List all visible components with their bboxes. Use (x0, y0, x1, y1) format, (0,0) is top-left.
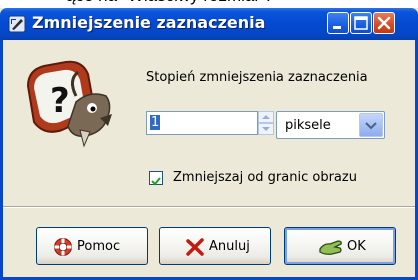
shrink-amount-input[interactable]: 1 (146, 111, 258, 135)
shrink-amount-label: Stopień zmniejszenia zaznaczenia (146, 70, 368, 85)
dialog-window: Zmniejszenie zaznaczenia ? Stopień zmnie… (0, 8, 418, 280)
ok-button[interactable]: OK (284, 227, 396, 265)
window-border-left (0, 40, 3, 280)
unit-select[interactable]: piksele (276, 111, 385, 139)
confirm-hand-icon (318, 237, 344, 257)
gimp-help-icon: ? (20, 56, 116, 152)
window-title: Zmniejszenie zaznaczenia (32, 13, 266, 32)
cancel-x-icon (185, 237, 205, 257)
unit-select-value: piksele (285, 118, 331, 133)
button-separator (3, 206, 415, 208)
shrink-amount-spinner (258, 111, 274, 135)
svg-text:?: ? (50, 81, 70, 121)
chevron-down-icon (365, 122, 377, 130)
checkmark-icon (151, 177, 161, 186)
shrink-selection-icon (8, 15, 26, 33)
background-caption-text: ące na "Właściwy rozmiar". (0, 0, 418, 8)
title-bar[interactable]: Zmniejszenie zaznaczenia (0, 8, 418, 40)
minimize-icon (333, 26, 341, 29)
close-icon (377, 16, 391, 30)
shrink-from-border-checkbox[interactable] (149, 171, 163, 186)
spin-up-icon[interactable] (258, 111, 274, 123)
minimize-button[interactable] (327, 12, 349, 34)
help-button-label: Pomoc (77, 239, 121, 254)
close-button[interactable] (373, 12, 395, 34)
help-button[interactable]: Pomoc (36, 227, 148, 265)
maximize-icon (354, 16, 368, 30)
shrink-amount-value: 1 (150, 115, 161, 130)
shrink-from-border-label: Zmniejszaj od granic obrazu (173, 170, 357, 185)
maximize-button[interactable] (350, 12, 372, 34)
lifebuoy-icon (53, 237, 73, 257)
spin-down-icon[interactable] (258, 123, 274, 135)
ok-button-label: OK (347, 239, 366, 254)
cancel-button[interactable]: Anuluj (159, 227, 271, 265)
unit-dropdown-button[interactable] (359, 113, 383, 137)
cancel-button-label: Anuluj (209, 239, 250, 254)
